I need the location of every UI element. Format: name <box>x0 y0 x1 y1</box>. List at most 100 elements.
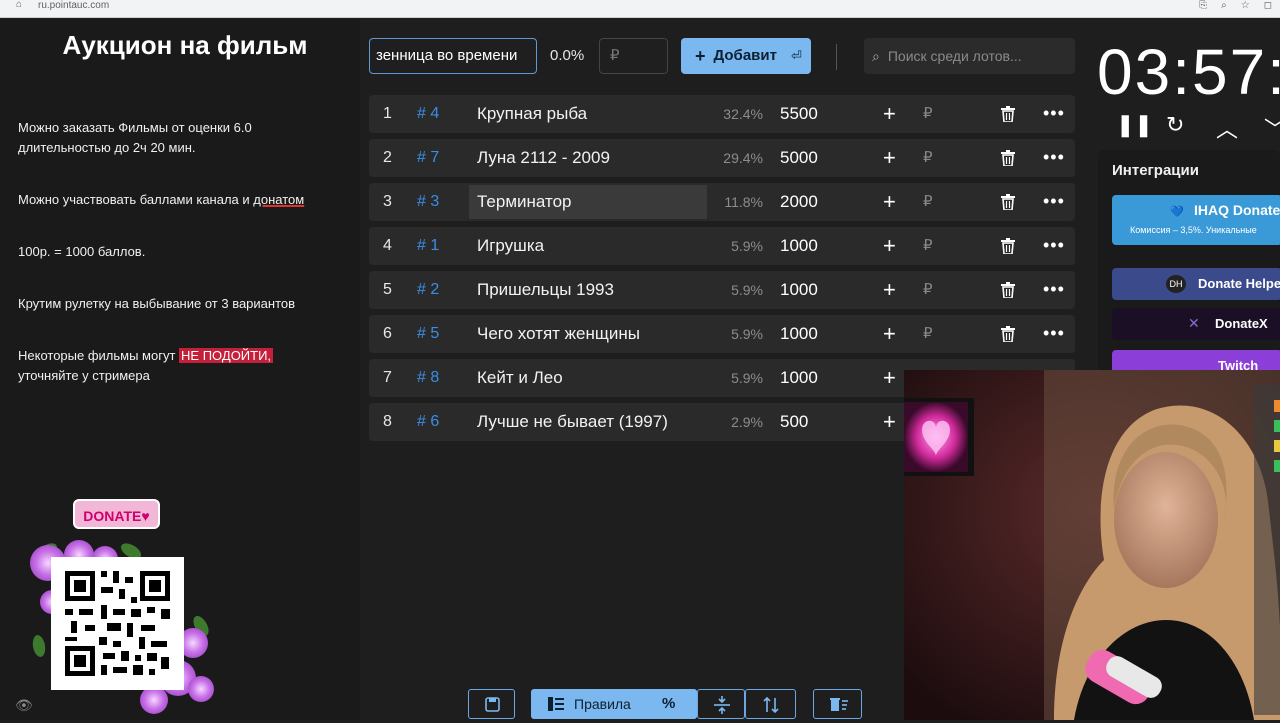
ruble-icon[interactable]: ₽ <box>923 139 933 177</box>
delete-icon[interactable] <box>1001 326 1015 342</box>
integration-donatehelper[interactable]: DH Donate Helpe <box>1112 268 1280 300</box>
delete-icon[interactable] <box>1001 282 1015 298</box>
page-title: Аукцион на фильм <box>62 30 308 60</box>
lot-amount[interactable]: 5000 <box>780 139 818 177</box>
rule-line: 100р. = 1000 баллов. <box>18 244 146 259</box>
integrations-title: Интеграции <box>1112 162 1199 179</box>
enter-icon: ⏎ <box>790 48 802 63</box>
percent-icon[interactable]: % <box>662 689 675 719</box>
clear-button[interactable] <box>813 689 862 719</box>
rule-highlight: НЕ ПОДОЙТИ, <box>179 348 274 363</box>
lot-name[interactable]: Чего хотят женщины <box>477 315 640 353</box>
dh-icon: DH <box>1166 275 1186 293</box>
lot-amount[interactable]: 1000 <box>780 315 818 353</box>
chevron-up-icon[interactable]: ︿ <box>1216 112 1238 144</box>
amount-input[interactable]: ₽ <box>599 38 668 74</box>
lot-row[interactable]: 1 # 4 Крупная рыба 32.4% 5500 + ₽ ••• <box>369 95 1075 133</box>
save-button[interactable] <box>468 689 515 719</box>
chevron-down-icon[interactable]: ﹀ <box>1264 112 1280 144</box>
lot-position: 3 <box>383 193 392 210</box>
more-icon[interactable]: ••• <box>1043 227 1065 263</box>
lot-name[interactable]: Пришельцы 1993 <box>477 271 614 309</box>
lot-row[interactable]: 4 # 1 Игрушка 5.9% 1000 + ₽ ••• <box>369 227 1075 265</box>
ruble-icon[interactable]: ₽ <box>923 227 933 265</box>
add-amount-icon[interactable]: + <box>883 95 896 133</box>
visibility-icon[interactable]: 👁 <box>15 697 33 714</box>
more-icon[interactable]: ••• <box>1043 95 1065 131</box>
more-icon[interactable]: ••• <box>1043 315 1065 351</box>
ruble-icon[interactable]: ₽ <box>923 271 933 309</box>
rule-underlined: донатом <box>253 192 305 207</box>
sort-button[interactable] <box>745 689 796 719</box>
reset-icon[interactable]: ↻ <box>1166 112 1184 138</box>
ruble-icon[interactable]: ₽ <box>923 183 933 221</box>
lot-percent: 5.9% <box>731 282 763 298</box>
ihaq-sub: Комиссия – 3,5%. Уникальные <box>1130 225 1257 235</box>
lot-percent: 5.9% <box>731 238 763 254</box>
add-amount-icon[interactable]: + <box>883 359 896 397</box>
lot-percent: 32.4% <box>723 106 763 122</box>
collapse-button[interactable] <box>697 689 745 719</box>
sort-icon <box>763 696 779 714</box>
lot-row[interactable]: 6 # 5 Чего хотят женщины 5.9% 1000 + ₽ ••• <box>369 315 1075 353</box>
integration-ihaq[interactable]: 💙 IHAQ Donate Комиссия – 3,5%. Уникальны… <box>1112 195 1280 245</box>
lot-position: 1 <box>383 105 392 122</box>
add-lot-button[interactable]: + Добавит ⏎ <box>681 38 811 74</box>
lot-name[interactable]: Луна 2112 - 2009 <box>477 139 610 177</box>
rule-text: Крутим рулетку на выбывание от 3 вариант… <box>18 294 348 314</box>
add-amount-icon[interactable]: + <box>883 139 896 177</box>
rule-line: Крутим рулетку на выбывание от 3 вариант… <box>18 296 296 311</box>
lot-position: 6 <box>383 325 392 342</box>
lot-row[interactable]: 3 # 3 Терминатор 11.8% 2000 + ₽ ••• <box>369 183 1075 221</box>
zoom-icon[interactable]: ⌕ <box>1221 0 1227 12</box>
book-icon <box>548 697 564 711</box>
add-amount-icon[interactable]: + <box>883 183 896 221</box>
lot-row[interactable]: 2 # 7 Луна 2112 - 2009 29.4% 5000 + ₽ ••• <box>369 139 1075 177</box>
search-input[interactable]: ⌕ Поиск среди лотов... <box>864 38 1075 74</box>
more-icon[interactable]: ••• <box>1043 139 1065 175</box>
lot-amount[interactable]: 1000 <box>780 227 818 265</box>
lot-name[interactable]: Кейт и Лео <box>477 359 563 397</box>
lot-amount[interactable]: 1000 <box>780 359 818 397</box>
home-icon[interactable]: ⌂ <box>16 0 28 10</box>
ihaq-label: IHAQ Donate <box>1194 202 1280 218</box>
integration-donatex[interactable]: ✕ DonateX <box>1112 308 1280 340</box>
rule-text: 100р. = 1000 баллов. <box>18 242 348 262</box>
ukraine-heart-icon: 💙 <box>1170 206 1184 218</box>
ruble-icon[interactable]: ₽ <box>923 95 933 133</box>
rule-text: Можно участвовать баллами канала и донат… <box>18 190 348 210</box>
translate-icon[interactable]: ⎘ <box>1199 0 1207 12</box>
pause-icon[interactable]: ❚❚ <box>1116 112 1153 138</box>
ruble-icon[interactable]: ₽ <box>923 315 933 353</box>
add-amount-icon[interactable]: + <box>883 271 896 309</box>
lot-name[interactable]: Лучше не бывает (1997) <box>477 403 668 441</box>
lot-amount[interactable]: 1000 <box>780 271 818 309</box>
lot-amount[interactable]: 5500 <box>780 95 818 133</box>
delete-icon[interactable] <box>1001 106 1015 122</box>
new-lot-percent: 0.0% <box>550 47 585 64</box>
star-icon[interactable]: ☆ <box>1241 0 1250 12</box>
lot-name[interactable]: Крупная рыба <box>477 95 587 133</box>
more-icon[interactable]: ••• <box>1043 271 1065 307</box>
lot-id-tag: # 3 <box>417 193 440 210</box>
qr-code <box>51 557 184 690</box>
lot-name[interactable]: Игрушка <box>477 227 544 265</box>
lot-amount[interactable]: 2000 <box>780 183 818 221</box>
lot-amount[interactable]: 500 <box>780 403 808 441</box>
more-icon[interactable]: ••• <box>1043 183 1065 219</box>
lot-row[interactable]: 5 # 2 Пришельцы 1993 5.9% 1000 + ₽ ••• <box>369 271 1075 309</box>
delete-icon[interactable] <box>1001 194 1015 210</box>
address-bar[interactable]: ru.pointauc.com <box>38 0 109 14</box>
add-amount-icon[interactable]: + <box>883 227 896 265</box>
lot-position: 8 <box>383 413 392 430</box>
rules-button[interactable]: Правила % <box>531 689 697 719</box>
add-amount-icon[interactable]: + <box>883 403 896 441</box>
lot-id-tag: # 5 <box>417 325 440 342</box>
lot-name[interactable]: Терминатор <box>469 185 707 219</box>
donate-badge[interactable]: DONATE♥ <box>73 499 160 529</box>
profile-icon[interactable]: ◻ <box>1264 0 1272 12</box>
delete-icon[interactable] <box>1001 238 1015 254</box>
lot-name-input[interactable]: зенница во времени <box>369 38 537 74</box>
delete-icon[interactable] <box>1001 150 1015 166</box>
add-amount-icon[interactable]: + <box>883 315 896 353</box>
